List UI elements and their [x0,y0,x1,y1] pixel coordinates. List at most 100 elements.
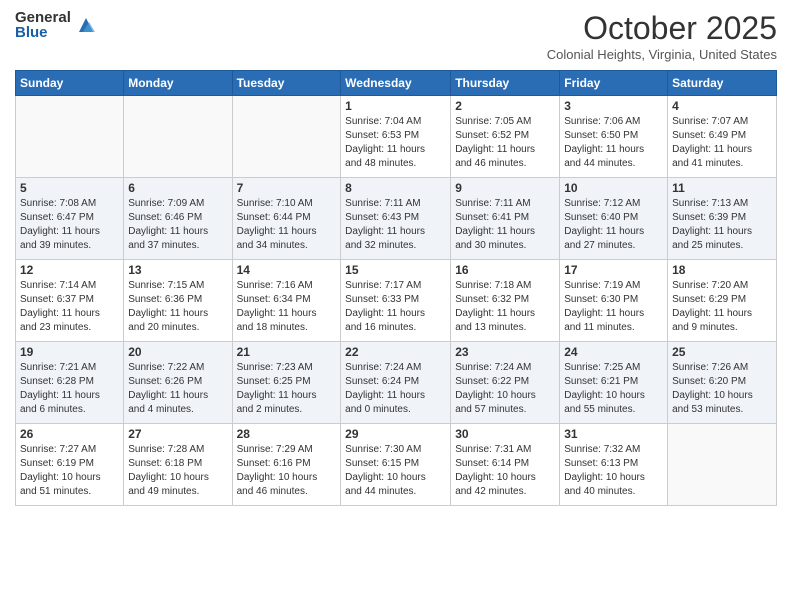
day-number: 7 [237,181,337,195]
day-number: 14 [237,263,337,277]
col-wednesday: Wednesday [341,71,451,96]
day-info: Sunrise: 7:13 AM Sunset: 6:39 PM Dayligh… [672,197,772,253]
day-info: Sunrise: 7:11 AM Sunset: 6:41 PM Dayligh… [455,197,555,253]
col-thursday: Thursday [451,71,560,96]
day-cell: 5Sunrise: 7:08 AM Sunset: 6:47 PM Daylig… [16,178,124,260]
day-number: 3 [564,99,663,113]
day-number: 13 [128,263,227,277]
day-cell: 3 Sunrise: 7:06 AM Sunset: 6:50 PM Daylig… [560,96,668,178]
day-number: 30 [455,427,555,441]
day-number: 24 [564,345,663,359]
col-monday: Monday [124,71,232,96]
day-number: 10 [564,181,663,195]
day-info: Sunrise: 7:31 AM Sunset: 6:14 PM Dayligh… [455,443,555,499]
day-info: Sunrise: 7:25 AM Sunset: 6:21 PM Dayligh… [564,361,663,417]
day-cell: 4Sunrise: 7:07 AM Sunset: 6:49 PM Daylig… [668,96,777,178]
day-cell: 18Sunrise: 7:20 AM Sunset: 6:29 PM Dayli… [668,260,777,342]
day-cell: 15Sunrise: 7:17 AM Sunset: 6:33 PM Dayli… [341,260,451,342]
day-cell: 9Sunrise: 7:11 AM Sunset: 6:41 PM Daylig… [451,178,560,260]
day-number: 17 [564,263,663,277]
day-info: Sunrise: 7:27 AM Sunset: 6:19 PM Dayligh… [20,443,119,499]
day-info: Sunrise: 7:26 AM Sunset: 6:20 PM Dayligh… [672,361,772,417]
day-cell: 25 Sunrise: 7:26 AM Sunset: 6:20 PM Dayli… [668,342,777,424]
day-number: 20 [128,345,227,359]
day-cell: 22 Sunrise: 7:24 AM Sunset: 6:24 PM Dayli… [341,342,451,424]
day-cell: 2 Sunrise: 7:05 AM Sunset: 6:52 PM Daylig… [451,96,560,178]
day-info: Sunrise: 7:11 AM Sunset: 6:43 PM Dayligh… [345,197,446,253]
day-cell: 20 Sunrise: 7:22 AM Sunset: 6:26 PM Dayli… [124,342,232,424]
day-info: Sunrise: 7:06 AM Sunset: 6:50 PM Dayligh… [564,115,663,171]
day-info: Sunrise: 7:32 AM Sunset: 6:13 PM Dayligh… [564,443,663,499]
day-cell: 28Sunrise: 7:29 AM Sunset: 6:16 PM Dayli… [232,424,341,506]
logo-icon [75,14,97,36]
day-info: Sunrise: 7:10 AM Sunset: 6:44 PM Dayligh… [237,197,337,253]
day-info: Sunrise: 7:20 AM Sunset: 6:29 PM Dayligh… [672,279,772,335]
logo: General Blue [15,10,97,40]
day-cell: 10 Sunrise: 7:12 AM Sunset: 6:40 PM Dayli… [560,178,668,260]
day-cell: 26 Sunrise: 7:27 AM Sunset: 6:19 PM Dayli… [16,424,124,506]
calendar-table: Sunday Monday Tuesday Wednesday Thursday… [15,70,777,506]
logo-blue: Blue [15,25,71,40]
day-info: Sunrise: 7:18 AM Sunset: 6:32 PM Dayligh… [455,279,555,335]
day-number: 23 [455,345,555,359]
week-row-2: 12Sunrise: 7:14 AM Sunset: 6:37 PM Dayli… [16,260,777,342]
day-number: 19 [20,345,119,359]
day-info: Sunrise: 7:15 AM Sunset: 6:36 PM Dayligh… [128,279,227,335]
header-row: Sunday Monday Tuesday Wednesday Thursday… [16,71,777,96]
day-cell: 16Sunrise: 7:18 AM Sunset: 6:32 PM Dayli… [451,260,560,342]
day-number: 25 [672,345,772,359]
col-friday: Friday [560,71,668,96]
day-number: 29 [345,427,446,441]
day-info: Sunrise: 7:21 AM Sunset: 6:28 PM Dayligh… [20,361,119,417]
day-cell [232,96,341,178]
day-info: Sunrise: 7:17 AM Sunset: 6:33 PM Dayligh… [345,279,446,335]
day-number: 2 [455,99,555,113]
day-cell: 7 Sunrise: 7:10 AM Sunset: 6:44 PM Daylig… [232,178,341,260]
day-cell: 13 Sunrise: 7:15 AM Sunset: 6:36 PM Dayli… [124,260,232,342]
week-row-0: 1Sunrise: 7:04 AM Sunset: 6:53 PM Daylig… [16,96,777,178]
col-tuesday: Tuesday [232,71,341,96]
day-cell: 24 Sunrise: 7:25 AM Sunset: 6:21 PM Dayli… [560,342,668,424]
day-number: 27 [128,427,227,441]
day-number: 26 [20,427,119,441]
month-title: October 2025 [547,10,777,47]
day-info: Sunrise: 7:05 AM Sunset: 6:52 PM Dayligh… [455,115,555,171]
title-block: October 2025 Colonial Heights, Virginia,… [547,10,777,62]
day-number: 11 [672,181,772,195]
col-saturday: Saturday [668,71,777,96]
week-row-4: 26 Sunrise: 7:27 AM Sunset: 6:19 PM Dayli… [16,424,777,506]
logo-general: General [15,10,71,25]
logo-text: General Blue [15,10,71,40]
day-cell: 19 Sunrise: 7:21 AM Sunset: 6:28 PM Dayli… [16,342,124,424]
day-info: Sunrise: 7:24 AM Sunset: 6:24 PM Dayligh… [345,361,446,417]
day-cell [124,96,232,178]
day-info: Sunrise: 7:30 AM Sunset: 6:15 PM Dayligh… [345,443,446,499]
page: General Blue October 2025 Colonial Heigh… [0,0,792,612]
day-info: Sunrise: 7:22 AM Sunset: 6:26 PM Dayligh… [128,361,227,417]
day-cell [668,424,777,506]
day-info: Sunrise: 7:19 AM Sunset: 6:30 PM Dayligh… [564,279,663,335]
day-cell: 12Sunrise: 7:14 AM Sunset: 6:37 PM Dayli… [16,260,124,342]
location: Colonial Heights, Virginia, United State… [547,47,777,62]
day-cell: 30 Sunrise: 7:31 AM Sunset: 6:14 PM Dayli… [451,424,560,506]
day-info: Sunrise: 7:14 AM Sunset: 6:37 PM Dayligh… [20,279,119,335]
day-info: Sunrise: 7:23 AM Sunset: 6:25 PM Dayligh… [237,361,337,417]
day-cell: 31Sunrise: 7:32 AM Sunset: 6:13 PM Dayli… [560,424,668,506]
day-cell: 23Sunrise: 7:24 AM Sunset: 6:22 PM Dayli… [451,342,560,424]
day-cell: 11 Sunrise: 7:13 AM Sunset: 6:39 PM Dayli… [668,178,777,260]
header: General Blue October 2025 Colonial Heigh… [15,10,777,62]
day-cell [16,96,124,178]
day-number: 28 [237,427,337,441]
day-cell: 6 Sunrise: 7:09 AM Sunset: 6:46 PM Daylig… [124,178,232,260]
day-cell: 29 Sunrise: 7:30 AM Sunset: 6:15 PM Dayli… [341,424,451,506]
day-info: Sunrise: 7:28 AM Sunset: 6:18 PM Dayligh… [128,443,227,499]
day-cell: 8Sunrise: 7:11 AM Sunset: 6:43 PM Daylig… [341,178,451,260]
col-sunday: Sunday [16,71,124,96]
day-number: 22 [345,345,446,359]
day-number: 6 [128,181,227,195]
day-info: Sunrise: 7:09 AM Sunset: 6:46 PM Dayligh… [128,197,227,253]
day-number: 5 [20,181,119,195]
day-info: Sunrise: 7:12 AM Sunset: 6:40 PM Dayligh… [564,197,663,253]
week-row-1: 5Sunrise: 7:08 AM Sunset: 6:47 PM Daylig… [16,178,777,260]
day-info: Sunrise: 7:16 AM Sunset: 6:34 PM Dayligh… [237,279,337,335]
